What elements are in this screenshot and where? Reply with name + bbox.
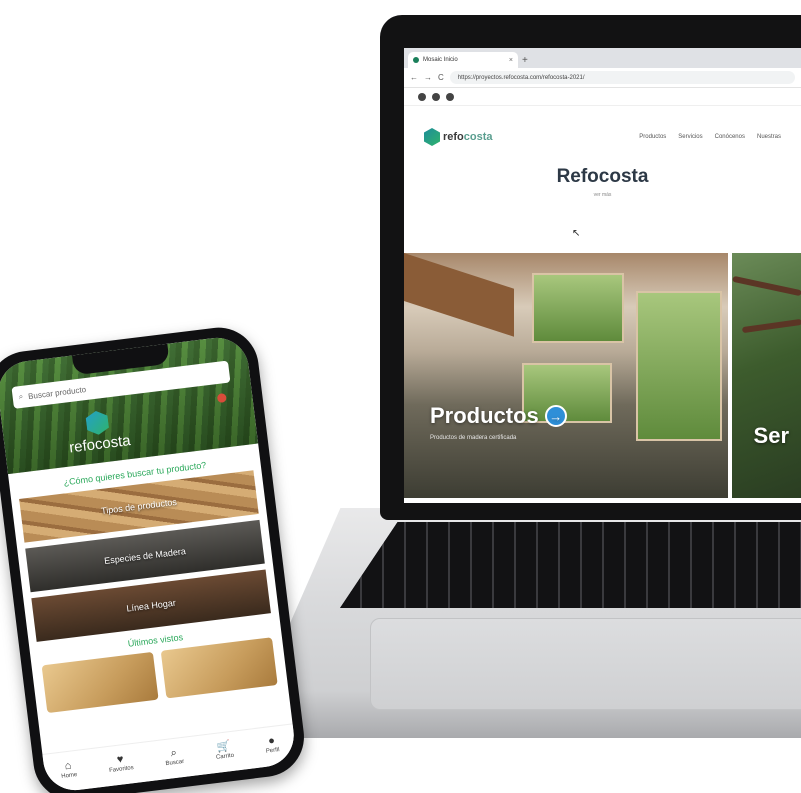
site-subtitle: ver más <box>593 192 612 198</box>
nav-perfil[interactable]: ● Perfil <box>264 734 280 755</box>
nav-favoritos[interactable]: ♥ Favoritos <box>107 752 134 774</box>
close-icon[interactable]: × <box>509 57 513 64</box>
app-logo: refocosta <box>65 407 132 457</box>
browser-address-bar: ← → C https://proyectos.refocosta.com/re… <box>404 68 801 88</box>
mockup-scene: Mosaic Inicio × + ← → C https://proyecto… <box>0 0 801 793</box>
browser-tab-strip: Mosaic Inicio × + <box>404 48 801 68</box>
back-icon[interactable]: ← <box>410 73 418 82</box>
logo-hexagon-icon <box>85 410 110 437</box>
nav-label: Buscar <box>165 758 185 768</box>
recent-product-thumb[interactable] <box>41 651 159 714</box>
nav-label: Carrito <box>215 752 235 761</box>
hero-card-servicios[interactable]: Ser <box>731 253 801 498</box>
tree-branch <box>741 318 801 334</box>
hero-productos-subtitle: Productos de madera certificada <box>430 435 517 441</box>
nav-buscar[interactable]: ⌕ Buscar <box>164 746 185 768</box>
browser-tab[interactable]: Mosaic Inicio × <box>408 52 518 68</box>
mouse-cursor-icon: ↖ <box>572 228 581 239</box>
social-bar <box>404 88 801 106</box>
arrow-right-icon[interactable]: → <box>544 405 567 427</box>
site-nav: Productos Servicios Conócenos Nuestras <box>639 134 781 140</box>
forward-icon[interactable]: → <box>424 73 432 82</box>
search-icon: ⌕ <box>169 746 178 760</box>
hero-productos-label: Productos <box>430 403 539 428</box>
nav-label: Perfil <box>265 747 280 755</box>
smartphone: ⌕ Buscar producto refocosta ¿Cómo quiere… <box>0 323 309 793</box>
nav-productos[interactable]: Productos <box>639 134 666 140</box>
new-tab-icon[interactable]: + <box>522 54 528 68</box>
logo-prefix: refo <box>443 131 464 143</box>
notification-badge[interactable] <box>216 393 227 404</box>
laptop-trackpad <box>370 618 801 710</box>
linkedin-icon[interactable] <box>446 92 454 101</box>
app-logo-text: refocosta <box>68 432 132 457</box>
logo-hexagon-icon <box>424 128 440 146</box>
site-header: refocosta Productos Servicios Conócenos … <box>404 106 801 168</box>
hero-productos-title: Productos → <box>430 403 567 429</box>
wood-beam <box>404 253 514 337</box>
site-logo[interactable]: refocosta <box>443 131 493 143</box>
tree-branch <box>731 275 801 297</box>
nav-conocenos[interactable]: Conócenos <box>715 134 745 140</box>
nav-label: Favoritos <box>108 765 135 775</box>
nav-label: Home <box>61 771 78 780</box>
laptop-keyboard <box>340 522 801 608</box>
tab-title: Mosaic Inicio <box>423 57 458 63</box>
logo-suffix: costa <box>463 131 493 143</box>
site-title: Refocosta <box>556 166 649 187</box>
facebook-icon[interactable] <box>418 92 426 101</box>
hero-cards: Productos → Productos de madera certific… <box>404 253 801 503</box>
url-field[interactable]: https://proyectos.refocosta.com/refocost… <box>449 71 795 84</box>
interior-window <box>636 291 722 441</box>
hero-card-productos[interactable]: Productos → Productos de madera certific… <box>404 253 728 498</box>
instagram-icon[interactable] <box>432 92 440 101</box>
favicon-icon <box>413 57 419 63</box>
cart-icon: 🛒 <box>216 740 232 754</box>
phone-screen: ⌕ Buscar producto refocosta ¿Cómo quiere… <box>0 334 298 793</box>
reload-icon[interactable]: C <box>438 73 444 82</box>
search-placeholder: Buscar producto <box>27 384 87 401</box>
user-icon: ● <box>267 734 276 748</box>
nav-servicios[interactable]: Servicios <box>678 134 702 140</box>
recent-product-thumb[interactable] <box>160 637 278 699</box>
interior-window <box>532 273 624 343</box>
nav-nuestras[interactable]: Nuestras <box>757 134 781 140</box>
laptop-screen: Mosaic Inicio × + ← → C https://proyecto… <box>404 48 801 503</box>
home-icon: ⌂ <box>64 759 73 773</box>
nav-home[interactable]: ⌂ Home <box>59 759 78 780</box>
heart-icon: ♥ <box>116 753 125 766</box>
nav-carrito[interactable]: 🛒 Carrito <box>214 740 235 761</box>
search-icon: ⌕ <box>18 391 24 402</box>
hero-servicios-title: Ser <box>753 423 790 448</box>
